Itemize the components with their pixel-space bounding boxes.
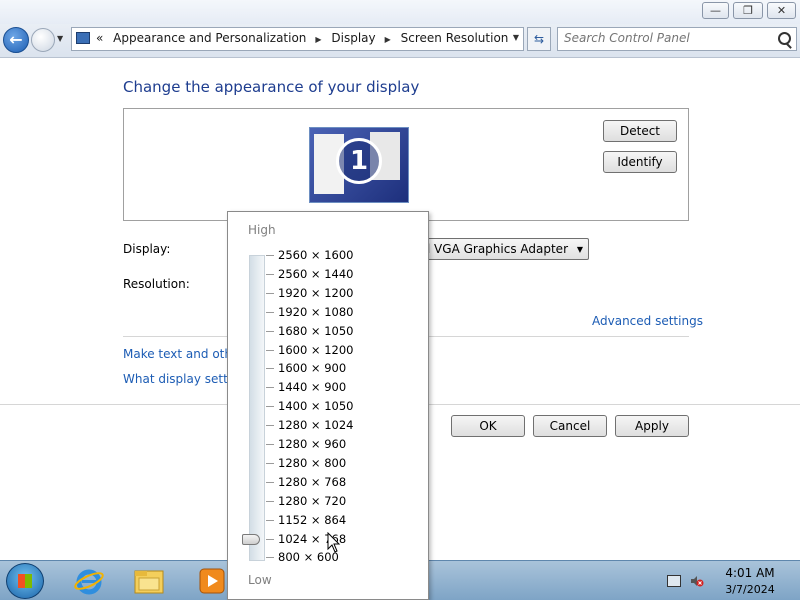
- resolution-option[interactable]: 1280 × 768: [278, 474, 346, 490]
- back-button[interactable]: ←: [3, 27, 29, 53]
- resolution-option[interactable]: 1280 × 800: [278, 455, 346, 471]
- display-dropdown[interactable]: ard VGA Graphics Adapter ▼: [410, 238, 589, 260]
- resolution-option[interactable]: 1680 × 1050: [278, 323, 353, 339]
- search-input[interactable]: [564, 31, 764, 45]
- slider-tick: [266, 311, 274, 313]
- slider-tick: [266, 292, 274, 294]
- close-button[interactable]: ✕: [767, 2, 796, 19]
- resolution-option[interactable]: 2560 × 1600: [278, 247, 353, 263]
- breadcrumb-overflow[interactable]: «: [96, 31, 103, 45]
- slider-tick: [266, 500, 274, 502]
- media-player-icon[interactable]: [196, 565, 230, 597]
- slider-tick: [266, 444, 274, 445]
- recent-pages-arrow-icon[interactable]: ▼: [57, 34, 63, 43]
- breadcrumb-item-display[interactable]: Display: [331, 31, 375, 45]
- resolution-option[interactable]: 1400 × 1050: [278, 398, 353, 414]
- refresh-button[interactable]: ⇆: [527, 27, 551, 51]
- breadcrumb-item-appearance[interactable]: Appearance and Personalization: [113, 31, 306, 45]
- resolution-option[interactable]: 1920 × 1200: [278, 285, 353, 301]
- maximize-button[interactable]: ❐: [733, 2, 763, 19]
- start-button[interactable]: [6, 563, 44, 599]
- volume-muted-icon[interactable]: [690, 574, 704, 588]
- control-panel-icon: [76, 32, 90, 44]
- internet-explorer-icon[interactable]: [72, 565, 106, 597]
- identify-button[interactable]: Identify: [603, 151, 677, 173]
- resolution-option[interactable]: 1152 × 864: [278, 512, 346, 528]
- display-dropdown-value: ard VGA Graphics Adapter: [410, 242, 568, 256]
- monitor-icon[interactable]: 1: [309, 127, 409, 203]
- slider-tick: [266, 538, 274, 540]
- resolution-option[interactable]: 1280 × 720: [278, 493, 346, 509]
- clock-time[interactable]: 4:01 AM: [720, 566, 780, 580]
- cancel-button[interactable]: Cancel: [533, 415, 607, 437]
- chevron-down-icon: ▼: [576, 245, 583, 254]
- address-bar[interactable]: « Appearance and Personalization ▶ Displa…: [71, 27, 524, 51]
- breadcrumb-separator-icon[interactable]: ▶: [315, 35, 321, 44]
- display-label: Display:: [123, 242, 171, 256]
- slider-tick: [266, 425, 274, 427]
- navigation-bar: ← ▼ « Appearance and Personalization ▶ Di…: [0, 24, 800, 58]
- slider-tick: [266, 330, 274, 332]
- monitor-preview-panel: 1 Detect Identify: [123, 108, 689, 221]
- slider-tick: [266, 519, 274, 521]
- slider-tick: [266, 368, 274, 370]
- slider-tick: [266, 255, 274, 256]
- resolution-option[interactable]: 1600 × 900: [278, 360, 346, 376]
- resolution-option[interactable]: 1280 × 960: [278, 436, 346, 452]
- title-bar: — ❐ ✕: [0, 0, 800, 24]
- resolution-slider-track[interactable]: [249, 255, 265, 561]
- breadcrumb: « Appearance and Personalization ▶ Displa…: [96, 31, 514, 45]
- page-title: Change the appearance of your display: [123, 78, 420, 96]
- slider-tick: [266, 273, 274, 275]
- minimize-button[interactable]: —: [702, 2, 729, 19]
- apply-button[interactable]: Apply: [615, 415, 689, 437]
- detect-button[interactable]: Detect: [603, 120, 677, 142]
- slider-tick: [266, 349, 274, 351]
- resolution-slider-thumb[interactable]: [242, 533, 260, 545]
- mouse-cursor-icon: [327, 532, 341, 553]
- search-box[interactable]: [557, 27, 797, 51]
- resolution-option[interactable]: 1920 × 1080: [278, 304, 353, 320]
- resolution-option[interactable]: 1440 × 900: [278, 379, 346, 395]
- slider-tick: [266, 557, 274, 559]
- resolution-slider-popup[interactable]: High 2560 × 1600 2560 × 1440 1920 × 1200 19…: [227, 211, 429, 600]
- address-dropdown-icon[interactable]: ▼: [513, 33, 519, 42]
- search-icon[interactable]: [778, 32, 791, 45]
- breadcrumb-item-screen-resolution[interactable]: Screen Resolution: [401, 31, 509, 45]
- advanced-settings-link[interactable]: Advanced settings: [592, 314, 703, 328]
- slider-high-label: High: [248, 223, 276, 237]
- resolution-option[interactable]: 1280 × 1024: [278, 417, 353, 433]
- resolution-label: Resolution:: [123, 277, 190, 291]
- slider-tick: [266, 387, 274, 389]
- ok-button[interactable]: OK: [451, 415, 525, 437]
- network-icon[interactable]: [667, 575, 681, 587]
- forward-button[interactable]: [31, 28, 55, 52]
- slider-low-label: Low: [248, 573, 272, 587]
- resolution-option[interactable]: 2560 × 1440: [278, 266, 353, 282]
- resolution-option[interactable]: 1600 × 1200: [278, 342, 353, 358]
- windows-explorer-icon[interactable]: [132, 565, 166, 597]
- slider-tick: [266, 481, 274, 483]
- clock-date[interactable]: 3/7/2024: [720, 583, 780, 596]
- slider-tick: [266, 462, 274, 464]
- monitor-number-badge: 1: [336, 138, 382, 184]
- slider-tick: [266, 406, 274, 408]
- breadcrumb-separator-icon[interactable]: ▶: [385, 35, 391, 44]
